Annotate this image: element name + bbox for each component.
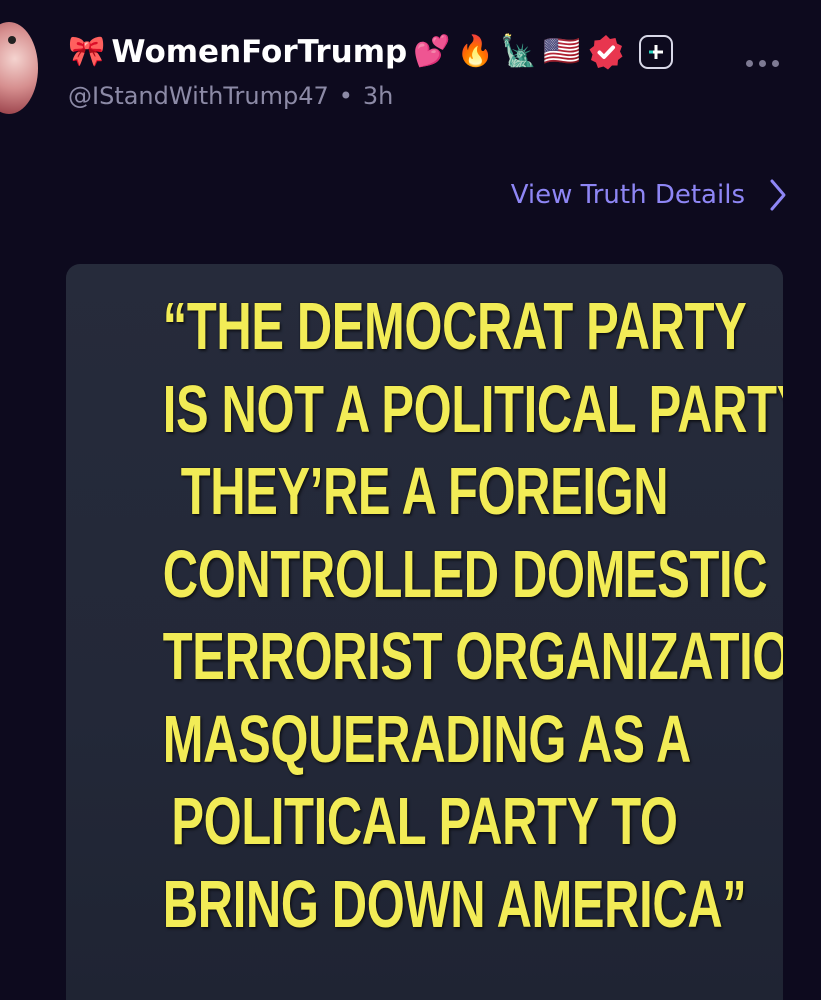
quote-line: THEY’RE A FOREIGN	[180, 454, 669, 529]
quote-line: MASQUERADING AS A	[162, 701, 692, 777]
quote-line: BRING DOWN AMERICA”	[162, 866, 747, 942]
hearts-emoji: 💕	[413, 34, 451, 69]
quote-line: “THE DEMOCRAT PARTY	[162, 289, 747, 364]
more-dot	[772, 60, 779, 67]
verified-badge-icon	[587, 33, 625, 71]
view-truth-details-label: View Truth Details	[510, 180, 745, 210]
chevron-right-icon	[770, 179, 786, 211]
avatar[interactable]	[0, 22, 38, 114]
quote-line: TERRORIST ORGANIZATION	[162, 619, 783, 694]
meta-separator: •	[338, 82, 353, 110]
ribbon-emoji: 🎀	[68, 34, 106, 69]
view-truth-details-link[interactable]: View Truth Details	[511, 178, 787, 212]
author-name-row[interactable]: 🎀 WomenForTrump 💕 🔥 🗽 🇺🇸	[68, 28, 673, 76]
author-display-name[interactable]: WomenForTrump	[111, 34, 407, 70]
plus-badge-icon[interactable]	[638, 35, 673, 69]
us-flag-emoji: 🇺🇸	[543, 34, 581, 69]
more-dot	[759, 60, 766, 67]
post-image[interactable]: “THE DEMOCRAT PARTY IS NOT A POLITICAL P…	[66, 264, 783, 1000]
statue-of-liberty-emoji: 🗽	[499, 34, 538, 69]
quote-line: IS NOT A POLITICAL PARTY,	[162, 371, 783, 447]
author-handle[interactable]: @IStandWithTrump47	[68, 82, 329, 110]
more-options-icon[interactable]	[746, 60, 779, 67]
author-meta-row: @IStandWithTrump47 • 3h	[68, 82, 393, 110]
avatar-detail	[8, 36, 16, 44]
more-dot	[746, 60, 753, 67]
fire-emoji: 🔥	[456, 34, 494, 69]
quote-line: POLITICAL PARTY TO	[171, 784, 678, 859]
image-quote-text: “THE DEMOCRAT PARTY IS NOT A POLITICAL P…	[162, 286, 783, 946]
quote-line: CONTROLLED DOMESTIC	[162, 536, 768, 612]
post-timestamp[interactable]: 3h	[363, 82, 393, 110]
post-view: 🎀 WomenForTrump 💕 🔥 🗽 🇺🇸 @IStandWithTrum…	[0, 0, 821, 1000]
